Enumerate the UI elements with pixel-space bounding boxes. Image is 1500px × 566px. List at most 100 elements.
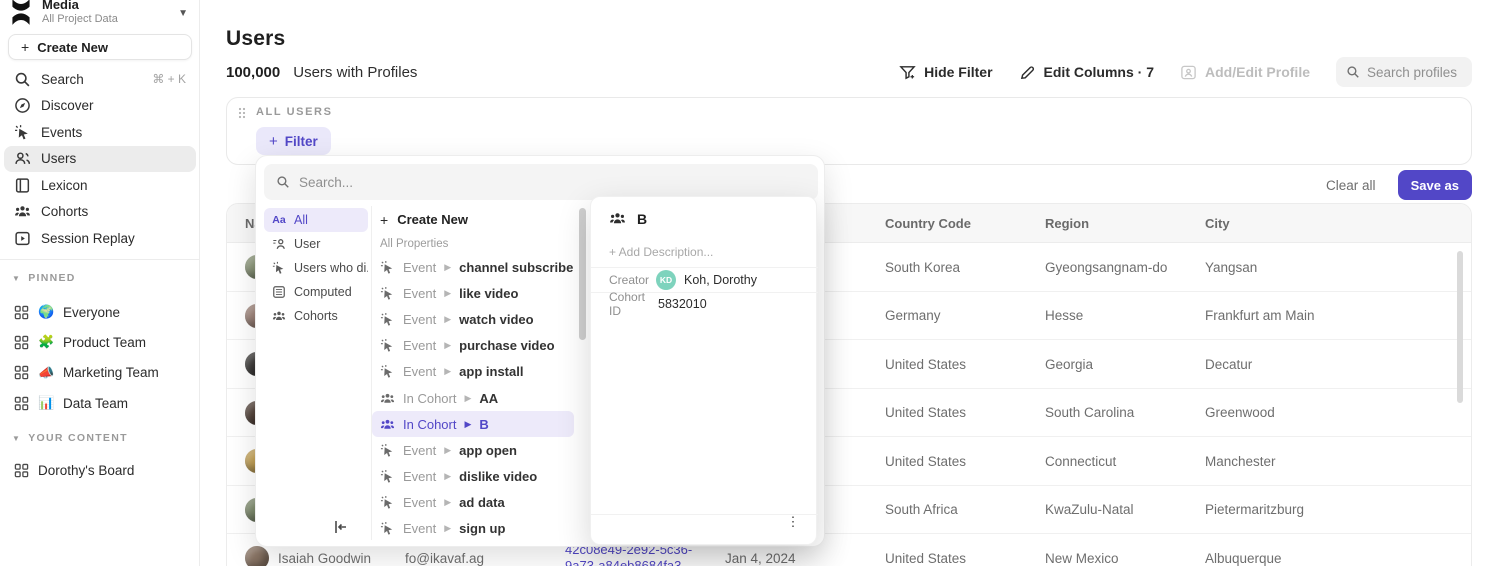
text-aa-icon: Aa [272, 213, 286, 227]
pinned-section-label[interactable]: ▼ PINNED [12, 270, 192, 286]
arrow-icon: ▶ [444, 314, 451, 325]
property-item-dislike-video[interactable]: Event▶dislike video [372, 464, 578, 490]
sidebar-board-marketing-team[interactable]: 📣 Marketing Team [4, 358, 196, 388]
more-options-icon[interactable]: ⋮ [784, 519, 802, 537]
session-replay-icon [14, 230, 31, 247]
your-content-list: Dorothy's Board [4, 455, 196, 485]
add-edit-profile-button[interactable]: Add/Edit Profile [1180, 64, 1310, 81]
event-cursor-icon [14, 124, 31, 141]
your-content-section-label[interactable]: ▼ YOUR CONTENT [12, 430, 192, 446]
app-window: Media All Project Data ▼ + Create New Se… [0, 0, 1500, 566]
board-icon [14, 365, 29, 380]
event-cursor-icon [380, 364, 395, 379]
column-header-country[interactable]: Country Code [885, 204, 971, 243]
computed-icon [272, 285, 286, 299]
sidebar-item-events[interactable]: Events [4, 119, 196, 146]
event-cursor-icon [380, 260, 395, 275]
property-item-purchase-video[interactable]: Event▶purchase video [372, 333, 578, 359]
sidebar-board-dorothys-board[interactable]: Dorothy's Board [4, 455, 196, 485]
menu-item-all[interactable]: Aa All [264, 208, 368, 232]
cohorts-icon [609, 210, 626, 227]
globe-emoji-icon: 🌍 [38, 304, 54, 320]
clear-all-button[interactable]: Clear all [1326, 178, 1376, 193]
property-item-cohort-b[interactable]: In Cohort▶B [372, 411, 574, 437]
page-title: Users [226, 27, 285, 51]
event-cursor-icon [380, 495, 395, 510]
popover-search-box [264, 164, 818, 200]
plus-icon: + [380, 212, 388, 228]
menu-item-computed[interactable]: Computed [264, 280, 368, 304]
board-icon [14, 463, 29, 478]
arrow-icon: ▶ [444, 288, 451, 299]
property-item-cohort-aa[interactable]: In Cohort▶AA [372, 385, 578, 411]
property-item-sign-up[interactable]: Event▶sign up [372, 516, 578, 542]
arrow-icon: ▶ [464, 419, 471, 430]
arrow-icon: ▶ [444, 445, 451, 456]
edit-columns-button[interactable]: Edit Columns · 7 [1019, 64, 1154, 81]
event-cursor-icon [380, 338, 395, 353]
pinned-list: 🌍 Everyone 🧩 Product Team 📣 Marketing Te… [4, 297, 196, 418]
popover-search-input[interactable] [299, 175, 806, 190]
chevron-down-icon: ▼ [12, 274, 21, 283]
create-new-button[interactable]: + Create New [8, 34, 192, 60]
sidebar-item-search[interactable]: Search ⌘ + K [4, 66, 196, 93]
user-count-row: 100,000 Users with Profiles [226, 64, 417, 81]
cohorts-icon [380, 391, 395, 406]
creator-label: Creator [609, 273, 656, 287]
toolbar: Hide Filter Edit Columns · 7 Add/Edit Pr… [899, 57, 1472, 87]
filter-group-label: ALL USERS [256, 106, 333, 118]
sidebar-board-product-team[interactable]: 🧩 Product Team [4, 327, 196, 357]
sidebar: Media All Project Data ▼ + Create New Se… [0, 0, 200, 566]
collapse-panel-icon[interactable] [332, 518, 350, 536]
arrow-icon: ▶ [444, 523, 451, 534]
add-description-button[interactable]: + Add Description... [609, 245, 713, 259]
user-count-label: Users with Profiles [293, 64, 417, 81]
cohort-id-value: 5832010 [658, 297, 707, 311]
table-scrollbar[interactable] [1457, 251, 1463, 403]
event-cursor-icon [380, 286, 395, 301]
puzzle-emoji-icon: 🧩 [38, 334, 54, 350]
popover-scrollbar[interactable] [579, 208, 586, 340]
menu-item-user[interactable]: User [264, 232, 368, 256]
hide-filter-button[interactable]: Hide Filter [899, 64, 992, 81]
sidebar-board-everyone[interactable]: 🌍 Everyone [4, 297, 196, 327]
property-type-menu: Aa All User Users who di... Computed Coh… [264, 208, 368, 328]
property-item-app-open[interactable]: Event▶app open [372, 437, 578, 463]
sidebar-item-cohorts[interactable]: Cohorts [4, 199, 196, 226]
property-item-like-video[interactable]: Event▶like video [372, 280, 578, 306]
column-header-city[interactable]: City [1205, 204, 1230, 243]
workspace-switcher[interactable]: Media All Project Data ▼ [8, 0, 192, 32]
cohort-title-row: B [609, 210, 647, 227]
search-profiles-input[interactable] [1367, 65, 1462, 80]
cohort-detail-card: B + Add Description... Creator KD Koh, D… [590, 196, 817, 545]
save-as-button[interactable]: Save as [1398, 170, 1472, 200]
cohort-title: B [637, 211, 647, 227]
event-cursor-icon [380, 312, 395, 327]
drag-handle-icon[interactable] [238, 107, 246, 119]
sidebar-item-discover[interactable]: Discover [4, 93, 196, 120]
compass-icon [14, 97, 31, 114]
menu-item-cohorts[interactable]: Cohorts [264, 304, 368, 328]
add-filter-button[interactable]: + Filter [256, 127, 331, 155]
sidebar-item-lexicon[interactable]: Lexicon [4, 172, 196, 199]
cohorts-icon [14, 203, 31, 220]
sidebar-board-data-team[interactable]: 📊 Data Team [4, 388, 196, 418]
column-header-region[interactable]: Region [1045, 204, 1089, 243]
property-item-ad-data[interactable]: Event▶ad data [372, 490, 578, 516]
search-profiles-box [1336, 57, 1472, 87]
sidebar-item-users[interactable]: Users [4, 146, 196, 173]
arrow-icon: ▶ [444, 366, 451, 377]
property-item-channel-subscribe[interactable]: Event▶channel subscribe [372, 254, 578, 280]
create-new-cohort-button[interactable]: + Create New [372, 206, 578, 233]
cohort-id-label: Cohort ID [609, 290, 656, 318]
cohort-id-row: Cohort ID 5832010 [609, 292, 800, 316]
property-item-app-install[interactable]: Event▶app install [372, 359, 578, 385]
sidebar-item-session-replay[interactable]: Session Replay [4, 225, 196, 252]
search-icon [14, 71, 31, 88]
menu-item-users-who-did[interactable]: Users who di... [264, 256, 368, 280]
filter-actions: Clear all Save as [1326, 170, 1472, 200]
sidebar-nav: Search ⌘ + K Discover Events Users Lexic… [4, 66, 196, 252]
creator-row: Creator KD Koh, Dorothy [609, 268, 800, 292]
property-item-watch-video[interactable]: Event▶watch video [372, 306, 578, 332]
pencil-icon [1019, 64, 1036, 81]
